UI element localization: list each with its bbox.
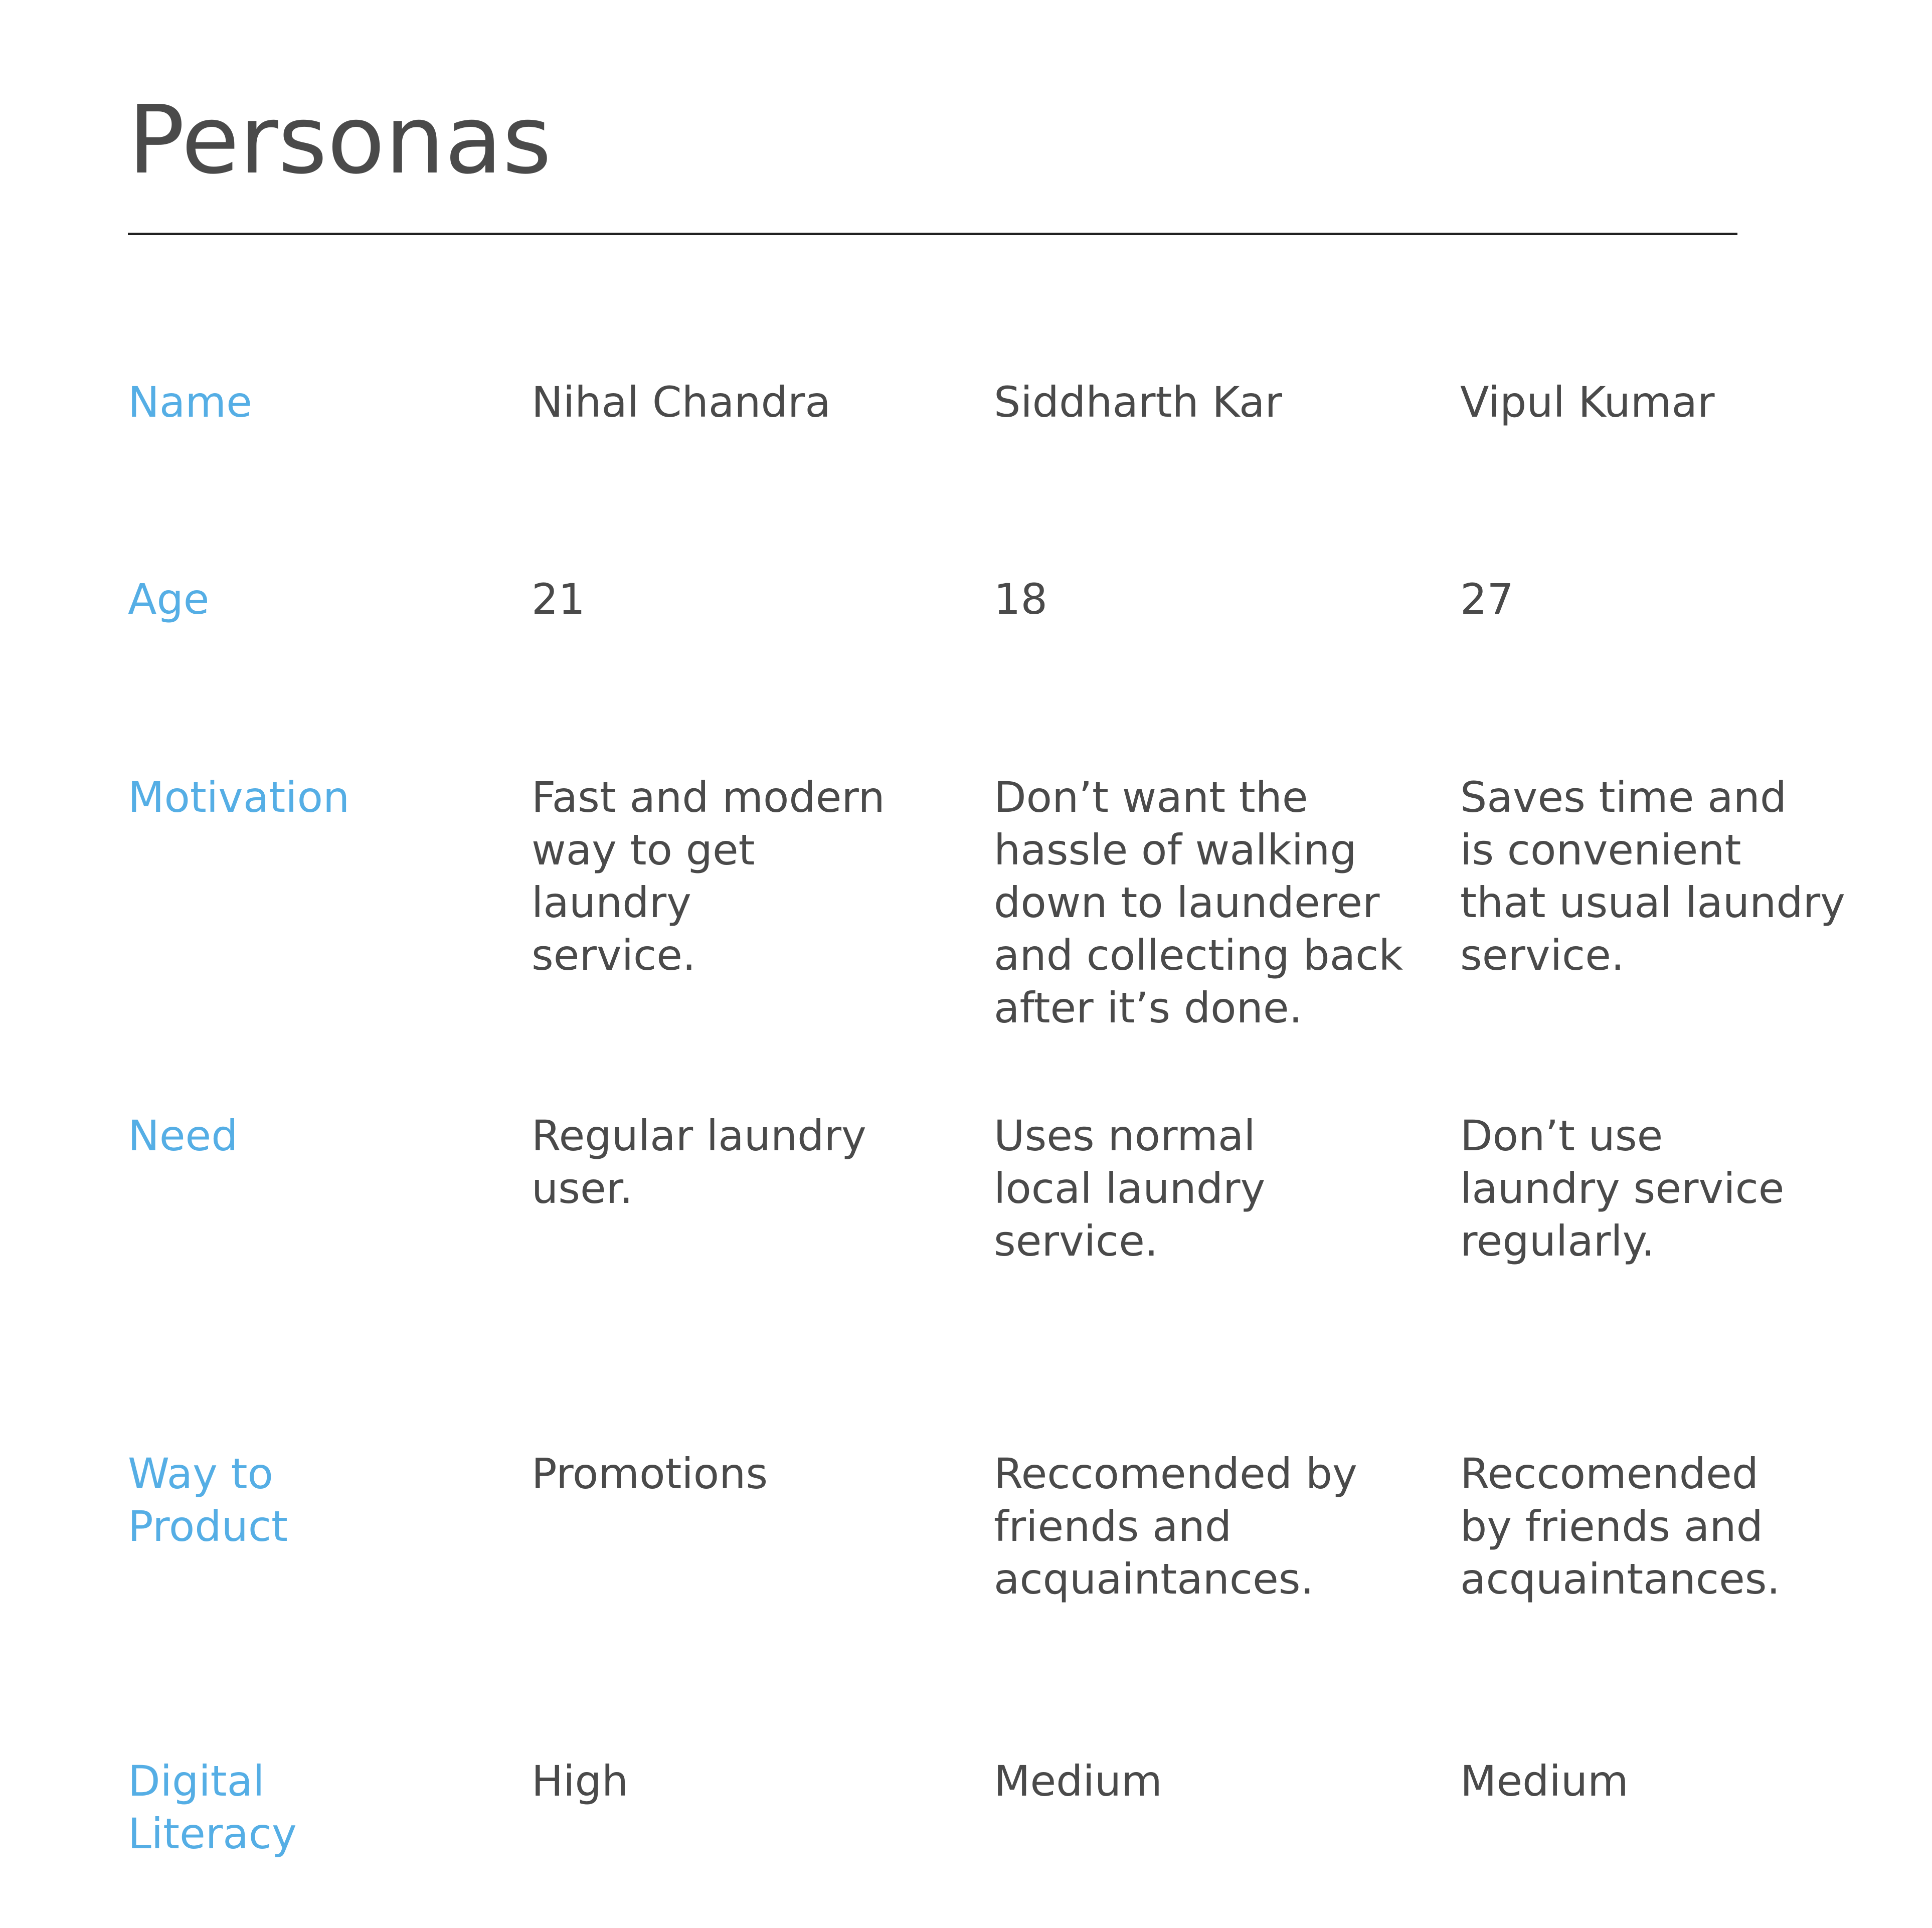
- row-label-motivation: Motivation: [128, 773, 350, 822]
- persona-1-need: Regular laundry user.: [532, 1111, 866, 1213]
- row-label-name: Name: [128, 378, 252, 427]
- row-label-digital-literacy: Digital Literacy: [128, 1757, 297, 1858]
- persona-2-digital-literacy: Medium: [994, 1757, 1162, 1806]
- persona-1-name: Nihal Chandra: [532, 378, 831, 427]
- persona-2-way-to-product: Reccomended by friends and acquaintances…: [994, 1449, 1357, 1604]
- persona-3-motivation: Saves time and is convenient that usual …: [1460, 773, 1845, 980]
- persona-2-age: 18: [994, 575, 1047, 624]
- persona-3-need: Don’t use laundry service regularly.: [1460, 1111, 1785, 1266]
- persona-1-motivation: Fast and modern way to get laundry servi…: [532, 773, 885, 980]
- persona-1-way-to-product: Promotions: [532, 1449, 768, 1498]
- persona-3-age: 27: [1460, 575, 1514, 624]
- title-divider: [128, 233, 1737, 235]
- row-label-way-to-product: Way to Product: [128, 1449, 288, 1551]
- persona-3-way-to-product: Reccomended by friends and acquaintances…: [1460, 1449, 1781, 1604]
- row-label-need: Need: [128, 1111, 238, 1160]
- persona-1-age: 21: [532, 575, 585, 624]
- persona-3-digital-literacy: Medium: [1460, 1757, 1629, 1806]
- row-label-age: Age: [128, 575, 210, 624]
- persona-1-digital-literacy: High: [532, 1757, 629, 1806]
- persona-3-name: Vipul Kumar: [1460, 378, 1715, 427]
- persona-2-need: Uses normal local laundry service.: [994, 1111, 1266, 1266]
- persona-2-motivation: Don’t want the hassle of walking down to…: [994, 773, 1403, 1032]
- persona-2-name: Siddharth Kar: [994, 378, 1283, 427]
- page-title: Personas: [128, 85, 552, 195]
